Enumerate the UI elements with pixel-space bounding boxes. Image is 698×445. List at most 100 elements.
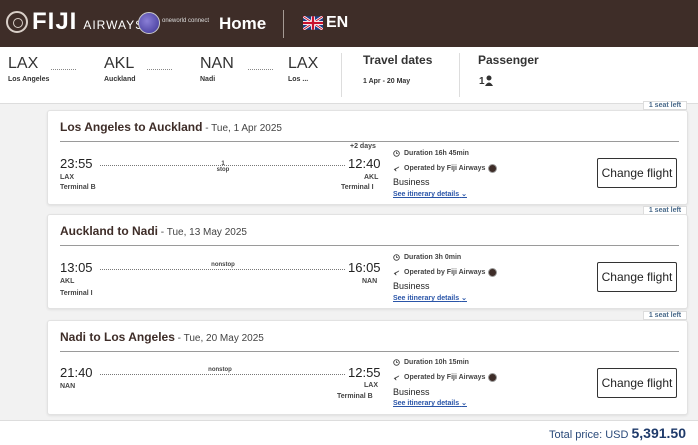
airport-city: Los Angeles bbox=[8, 76, 50, 83]
flight-duration: Duration 10h 15min bbox=[404, 359, 469, 366]
home-link[interactable]: Home bbox=[219, 14, 266, 34]
stop-indicator: 1 stop bbox=[203, 161, 243, 173]
search-summary-bar[interactable]: LAX Los Angeles AKL Auckland NAN Nadi LA… bbox=[0, 47, 698, 104]
departure-time: 23:55 bbox=[60, 156, 93, 171]
fiji-airways-small-icon bbox=[488, 164, 498, 173]
airport-code: NAN bbox=[200, 55, 234, 72]
clock-icon bbox=[393, 359, 400, 366]
card-divider bbox=[60, 351, 679, 352]
duration-row: Duration 16h 45min bbox=[393, 150, 469, 157]
origin-airport: LAX Los Angeles bbox=[8, 55, 49, 83]
plane-icon bbox=[393, 375, 400, 381]
airport-code: LAX bbox=[8, 55, 39, 72]
stops-label: stop bbox=[216, 167, 230, 173]
flight-timeline bbox=[100, 374, 345, 375]
airport-city: Auckland bbox=[104, 76, 136, 83]
logo-brand-subtext: AIRWAYS bbox=[83, 18, 145, 32]
alliance-text: oneworld connect bbox=[162, 18, 210, 24]
language-label: EN bbox=[326, 14, 349, 31]
flight-date: - Tue, 1 Apr 2025 bbox=[202, 123, 282, 134]
arrival-time: 12:40 bbox=[348, 156, 381, 171]
arrival-time: 12:55 bbox=[348, 365, 381, 380]
operated-by: Operated by Fiji Airways bbox=[404, 165, 486, 172]
plane-icon bbox=[393, 166, 400, 172]
operator-row: Operated by Fiji Airways bbox=[393, 268, 498, 277]
flight-duration: Duration 3h 0min bbox=[404, 254, 462, 261]
airport-city: Los ... bbox=[288, 76, 309, 83]
departure-code: LAX bbox=[60, 174, 74, 181]
route-dots bbox=[248, 69, 273, 70]
arrival-code: LAX bbox=[364, 382, 378, 389]
departure-time: 21:40 bbox=[60, 365, 93, 380]
flight-route-title: Los Angeles to Auckland - Tue, 1 Apr 202… bbox=[60, 120, 282, 134]
stop-indicator: nonstop bbox=[195, 367, 245, 373]
total-price-amount: 5,391.50 bbox=[631, 425, 687, 441]
itinerary-link-text: See itinerary details bbox=[393, 191, 460, 198]
arrival-code: NAN bbox=[362, 278, 378, 285]
card-divider bbox=[60, 245, 679, 246]
logo-brand-text: FIJI bbox=[32, 8, 78, 35]
itinerary-details-link[interactable]: See itinerary details ⌄ bbox=[393, 294, 467, 302]
flight-card-2: Auckland to Nadi - Tue, 13 May 2025 13:0… bbox=[47, 214, 688, 309]
itinerary-link-text: See itinerary details bbox=[393, 295, 460, 302]
departure-terminal: Terminal I bbox=[60, 290, 93, 297]
flight-card-1: Los Angeles to Auckland - Tue, 1 Apr 202… bbox=[47, 110, 688, 205]
flight-route-title: Auckland to Nadi - Tue, 13 May 2025 bbox=[60, 224, 247, 238]
clock-icon bbox=[393, 254, 400, 261]
top-header: FIJI AIRWAYS oneworld connect Home EN bbox=[0, 0, 698, 47]
flight-card-3: Nadi to Los Angeles - Tue, 20 May 2025 2… bbox=[47, 320, 688, 415]
duration-row: Duration 10h 15min bbox=[393, 359, 469, 366]
airport-code: AKL bbox=[104, 55, 135, 72]
stop-indicator: nonstop bbox=[198, 262, 248, 268]
chevron-down-icon: ⌄ bbox=[461, 295, 467, 302]
passenger-icon: 1 bbox=[479, 74, 493, 87]
stops-label: nonstop bbox=[208, 367, 232, 373]
operated-by: Operated by Fiji Airways bbox=[404, 269, 486, 276]
seats-left-badge: 1 seat left bbox=[643, 101, 687, 110]
operator-row: Operated by Fiji Airways bbox=[393, 373, 498, 382]
stop-airport-1: AKL Auckland bbox=[104, 55, 136, 83]
price-footer: Total price: USD 5,391.50 bbox=[0, 420, 698, 445]
total-price-label: Total price: USD bbox=[548, 429, 629, 441]
flight-duration: Duration 16h 45min bbox=[404, 150, 469, 157]
itinerary-details-link[interactable]: See itinerary details ⌄ bbox=[393, 399, 467, 407]
change-flight-button[interactable]: Change flight bbox=[597, 158, 677, 188]
change-flight-button[interactable]: Change flight bbox=[597, 262, 677, 292]
itinerary-details-link[interactable]: See itinerary details ⌄ bbox=[393, 190, 467, 198]
travel-dates-value: 1 Apr - 20 May bbox=[363, 78, 411, 85]
clock-icon bbox=[393, 150, 400, 157]
change-flight-button[interactable]: Change flight bbox=[597, 368, 677, 398]
arrival-terminal: Terminal B bbox=[337, 393, 373, 400]
chevron-down-icon: ⌄ bbox=[461, 400, 467, 407]
duration-row: Duration 3h 0min bbox=[393, 254, 461, 261]
summary-divider bbox=[459, 53, 460, 97]
fiji-airways-logo[interactable]: FIJI AIRWAYS bbox=[6, 10, 144, 34]
arrival-terminal: Terminal I bbox=[341, 184, 374, 191]
operator-row: Operated by Fiji Airways bbox=[393, 164, 498, 173]
route-dots bbox=[51, 69, 76, 70]
fiji-airways-small-icon bbox=[488, 373, 498, 382]
travel-dates-label: Travel dates bbox=[363, 53, 433, 67]
flight-timeline bbox=[100, 269, 345, 270]
operated-by: Operated by Fiji Airways bbox=[404, 374, 486, 381]
oneworld-icon bbox=[138, 12, 160, 34]
fiji-airways-small-icon bbox=[488, 268, 498, 277]
fiji-airways-emblem-icon bbox=[6, 11, 28, 33]
card-divider bbox=[60, 141, 679, 142]
uk-flag-icon bbox=[303, 16, 323, 30]
departure-time: 13:05 bbox=[60, 260, 93, 275]
passenger-label: Passenger bbox=[478, 53, 539, 67]
flight-date: - Tue, 13 May 2025 bbox=[158, 227, 247, 238]
language-selector[interactable]: EN bbox=[303, 14, 348, 32]
plane-icon bbox=[393, 270, 400, 276]
flight-date: - Tue, 20 May 2025 bbox=[174, 333, 264, 344]
cabin-class: Business bbox=[393, 281, 430, 291]
route-name: Los Angeles to Auckland bbox=[60, 120, 203, 134]
departure-terminal: Terminal B bbox=[60, 184, 96, 191]
chevron-down-icon: ⌄ bbox=[461, 191, 467, 198]
stop-airport-2: NAN Nadi bbox=[200, 55, 234, 83]
itinerary-link-text: See itinerary details bbox=[393, 400, 460, 407]
flight-route-title: Nadi to Los Angeles - Tue, 20 May 2025 bbox=[60, 330, 264, 344]
route-dots bbox=[147, 69, 172, 70]
route-name: Auckland to Nadi bbox=[60, 224, 159, 238]
